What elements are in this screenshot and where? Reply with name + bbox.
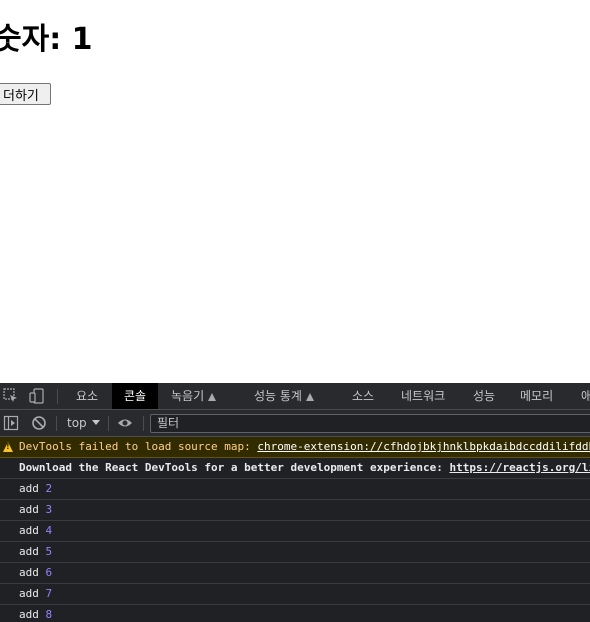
react-devtools-link[interactable]: https://reactjs.org/link/react-devtools [449, 461, 590, 474]
console-log-row: add 5 [0, 542, 590, 563]
warning-text: DevTools failed to load source map: [19, 440, 258, 453]
tab-sources[interactable]: 소스 [352, 383, 374, 409]
console-log-row: add 8 [0, 605, 590, 622]
source-map-link[interactable]: chrome-extension://cfhdojbkjhnklbpkdaibd… [257, 440, 590, 453]
toolbar-separator [108, 416, 109, 431]
live-expression-eye-icon[interactable] [117, 415, 133, 431]
devtools-tab-bar: 요소 콘솔 녹음기 성능 통계 소스 네트워크 성능 메모리 애 [0, 383, 590, 410]
console-log-row: add 2 [0, 479, 590, 500]
tab-bar-separator [57, 389, 58, 404]
console-log-row: add 6 [0, 563, 590, 584]
console-log-row: add 3 [0, 500, 590, 521]
sidebar-toggle-icon[interactable] [3, 415, 19, 431]
devtools-panel: 요소 콘솔 녹음기 성능 통계 소스 네트워크 성능 메모리 애 top 필터 [0, 383, 590, 622]
page-viewport: 숫자: 1 더하기 [0, 0, 590, 383]
clear-console-icon[interactable] [31, 415, 47, 431]
add-button[interactable]: 더하기 [0, 83, 51, 105]
console-log-row: add 4 [0, 521, 590, 542]
counter-heading: 숫자: 1 [0, 22, 93, 57]
device-toolbar-icon[interactable] [29, 388, 45, 404]
console-toolbar: top 필터 [0, 410, 590, 437]
experiment-flask-icon [305, 393, 314, 401]
toolbar-separator [56, 416, 57, 431]
filter-input[interactable]: 필터 [150, 414, 590, 433]
console-info-row: Download the React DevTools for a better… [0, 458, 590, 479]
tab-console[interactable]: 콘솔 [112, 383, 159, 409]
console-warning-row: ! DevTools failed to load source map: ch… [0, 437, 590, 458]
tab-performance[interactable]: 성능 [473, 383, 495, 409]
tab-recorder[interactable]: 녹음기 [171, 383, 217, 409]
tab-memory[interactable]: 메모리 [520, 383, 553, 409]
toolbar-separator [143, 416, 144, 431]
tab-performance-insights[interactable]: 성능 통계 [254, 383, 314, 409]
tab-elements[interactable]: 요소 [76, 383, 98, 409]
context-selector[interactable]: top [67, 410, 100, 436]
console-log-row: add 7 [0, 584, 590, 605]
react-devtools-message: Download the React DevTools for a better… [19, 461, 450, 474]
dropdown-arrow-icon [91, 420, 100, 425]
inspect-element-icon[interactable] [3, 388, 19, 404]
tab-application[interactable]: 애 [581, 383, 590, 409]
experiment-flask-icon [208, 393, 217, 401]
tab-network[interactable]: 네트워크 [401, 383, 445, 409]
console-messages: ! DevTools failed to load source map: ch… [0, 437, 590, 622]
